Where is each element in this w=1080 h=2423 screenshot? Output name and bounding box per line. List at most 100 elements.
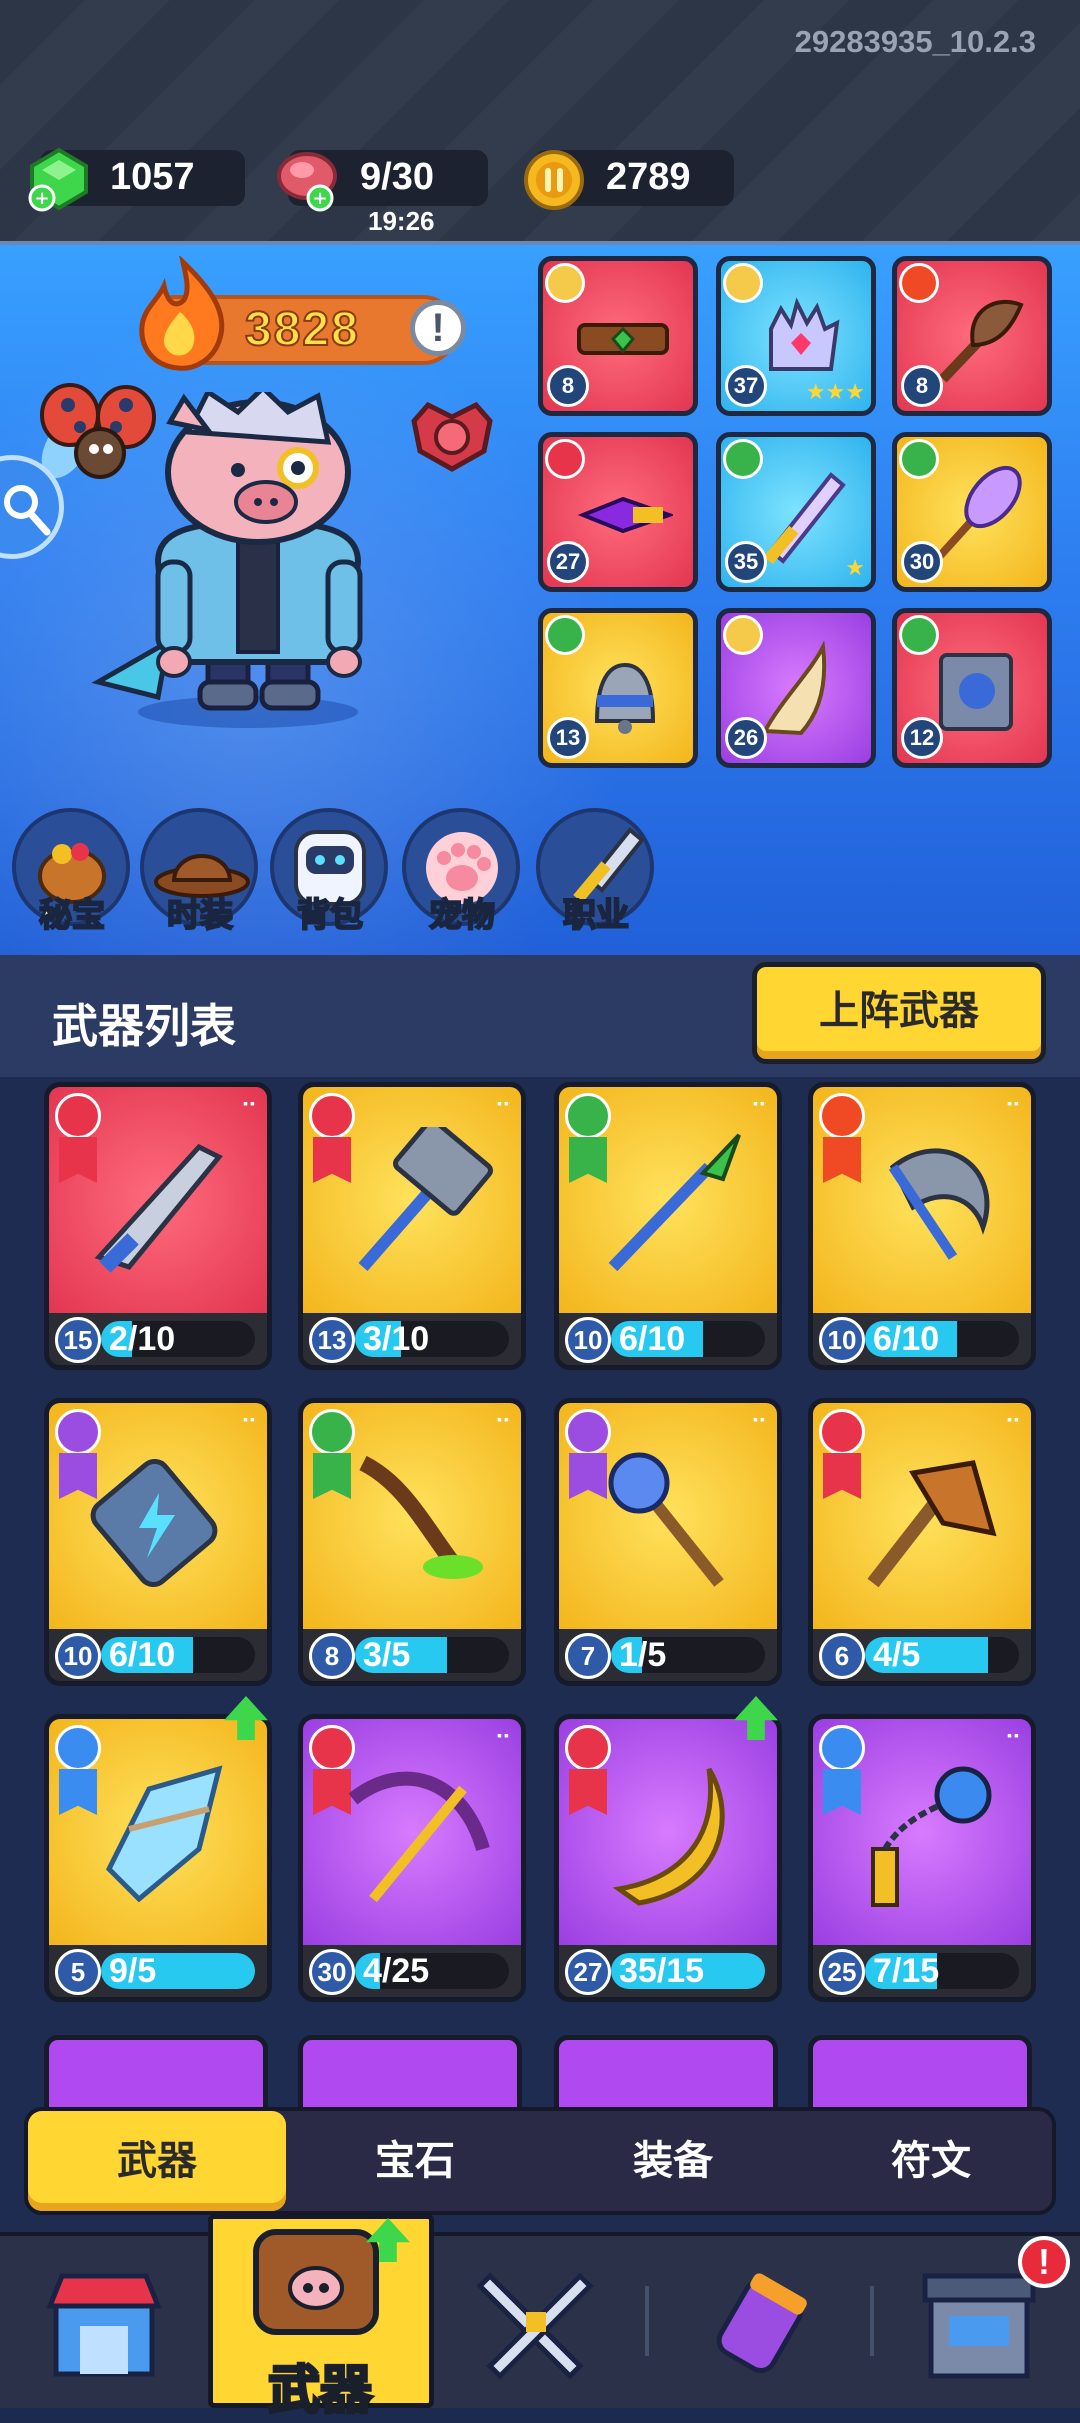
weapon-card[interactable]: ▪▪35/1527	[554, 1714, 782, 2002]
equip-level: 35	[725, 541, 767, 583]
slot-dots: ▪▪	[1007, 1411, 1021, 1427]
weapon-level: 5	[55, 1949, 101, 1995]
weapon-card[interactable]: ▪▪ 2/10 15	[44, 1082, 272, 1370]
gem-icon: +	[28, 147, 88, 212]
capsule-icon	[716, 2273, 807, 2374]
weapon-card[interactable]: ▪▪ 6/10 10	[808, 1082, 1036, 1370]
equip-slot-duster[interactable]: 8	[892, 256, 1052, 416]
alert-badge: !	[1018, 2236, 1070, 2288]
rank-emblem-icon[interactable]	[404, 395, 500, 475]
weapon-card[interactable]: ▪▪ 3/5 8	[298, 1398, 526, 1686]
equip-slot-horn[interactable]: 26	[716, 608, 876, 768]
category-tabs: 武器 宝石 装备 符文	[24, 2107, 1056, 2215]
ice-crystal-icon	[105, 1765, 223, 1903]
svg-text:+: +	[312, 188, 327, 209]
meat-icon: +	[277, 152, 337, 212]
equip-level: 27	[547, 541, 589, 583]
weapon-card[interactable]: ▪▪ 1/5 7	[554, 1398, 782, 1686]
card-footer: 1/5 7	[559, 1629, 777, 1681]
weapon-card[interactable]: ▪▪ 4/25 30	[298, 1714, 526, 2002]
bell-icon	[594, 662, 656, 734]
tab-gear[interactable]: 装备	[544, 2111, 802, 2211]
equip-level: 13	[547, 717, 589, 759]
equip-slot-crystal-blade[interactable]: 35 ★	[716, 432, 876, 592]
feather-staff-icon	[936, 465, 1022, 560]
star-rating: ★	[845, 555, 865, 580]
orb-staff-icon	[608, 1452, 724, 1587]
coin-count: 2789	[606, 156, 691, 198]
weapon-level: 27	[565, 1949, 611, 1995]
coin-icon	[524, 150, 584, 210]
nav-capsule[interactable]	[700, 2256, 830, 2386]
weapon-card[interactable]: ▪▪ 3/10 13	[298, 1082, 526, 1370]
weapon-card[interactable]: ▪▪ 6/10 10	[44, 1398, 272, 1686]
weapon-level: 7	[565, 1633, 611, 1679]
weapon-card[interactable]: ▪▪ 7/15 25	[808, 1714, 1036, 2002]
duster-icon	[939, 299, 1024, 383]
glove-icon	[769, 297, 840, 371]
menu-treasure-label: 秘宝	[38, 895, 106, 934]
boomerang-icon	[612, 1767, 725, 1906]
slot-dots: ▪▪	[1007, 1727, 1021, 1743]
card-footer: 4/25 30	[303, 1945, 521, 1997]
shop-icon	[46, 2273, 162, 2377]
weapon-level: 15	[55, 1317, 101, 1363]
weapon-level: 10	[55, 1633, 101, 1679]
menu-backpack-label: 背包	[296, 895, 364, 934]
weapon-count: 6/10	[873, 1320, 940, 1358]
menu-class-label: 职业	[562, 895, 630, 934]
weapon-count: 2/10	[109, 1320, 176, 1358]
weapon-count: 35/15	[619, 1952, 705, 1990]
equip-slot-dagger[interactable]: 27	[538, 432, 698, 592]
equip-level: 8	[901, 365, 943, 407]
weapon-card-partial[interactable]	[44, 2035, 268, 2115]
weapon-count: 4/5	[873, 1636, 921, 1674]
weapon-card-partial[interactable]	[554, 2035, 778, 2115]
tab-runes[interactable]: 符文	[802, 2111, 1060, 2211]
menu-fashion-label: 时装	[166, 895, 234, 934]
weapon-card-partial[interactable]	[298, 2035, 522, 2115]
nav-weapons-label: 武器	[266, 2361, 373, 2422]
weapon-count: 6/10	[619, 1320, 686, 1358]
equip-level: 12	[901, 717, 943, 759]
spellbook-icon	[939, 653, 1013, 731]
menu-pet-label: 宠物	[428, 895, 496, 934]
equip-slot-glove[interactable]: 37 ★★★	[716, 256, 876, 416]
card-footer: 4/5 6	[813, 1629, 1031, 1681]
magnifier-icon	[4, 485, 51, 536]
card-footer: 3/5 8	[303, 1629, 521, 1681]
tab-gems[interactable]: 宝石	[286, 2111, 544, 2211]
weapon-level: 10	[819, 1317, 865, 1363]
slot-dots: ▪▪	[243, 1095, 257, 1111]
equip-slot-bell[interactable]: 13	[538, 608, 698, 768]
flail-icon	[871, 1766, 992, 1907]
knife-icon	[94, 1143, 223, 1273]
card-footer: 35/15 27	[559, 1945, 777, 1997]
equip-slot-spellbook[interactable]: 12	[892, 608, 1052, 768]
equip-level: 30	[901, 541, 943, 583]
weapon-card-partial[interactable]	[808, 2035, 1032, 2115]
nav-shop[interactable]	[40, 2256, 170, 2386]
weapon-card[interactable]: ▪▪9/55	[44, 1714, 272, 2002]
hero-character	[91, 392, 363, 728]
slot-dots: ▪▪	[497, 1727, 511, 1743]
equip-slot-feather-staff[interactable]: 30	[892, 432, 1052, 592]
weapon-bag-icon	[253, 2229, 379, 2335]
equip-slot-belt[interactable]: 8	[538, 256, 698, 416]
hammer-icon	[358, 1127, 493, 1271]
slot-dots: ▪▪	[497, 1095, 511, 1111]
bottom-nav	[0, 2232, 1080, 2408]
tab-weapons[interactable]: 武器	[28, 2111, 286, 2211]
weapon-card[interactable]: ▪▪ 6/10 10	[554, 1082, 782, 1370]
weapon-count: 4/25	[363, 1952, 430, 1990]
weapon-count: 1/5	[619, 1636, 667, 1674]
slot-dots: ▪▪	[753, 1411, 767, 1427]
equip-level: 26	[725, 717, 767, 759]
nav-battle[interactable]	[470, 2256, 600, 2386]
stamina-count: 9/30	[360, 156, 434, 198]
weapon-card[interactable]: ▪▪ 4/5 6	[808, 1398, 1036, 1686]
power-info-button[interactable]: !	[410, 300, 466, 356]
gem-count: 1057	[110, 156, 195, 198]
deploy-weapon-button[interactable]: 上阵武器	[752, 962, 1046, 1064]
crossed-swords-icon	[476, 2272, 594, 2380]
